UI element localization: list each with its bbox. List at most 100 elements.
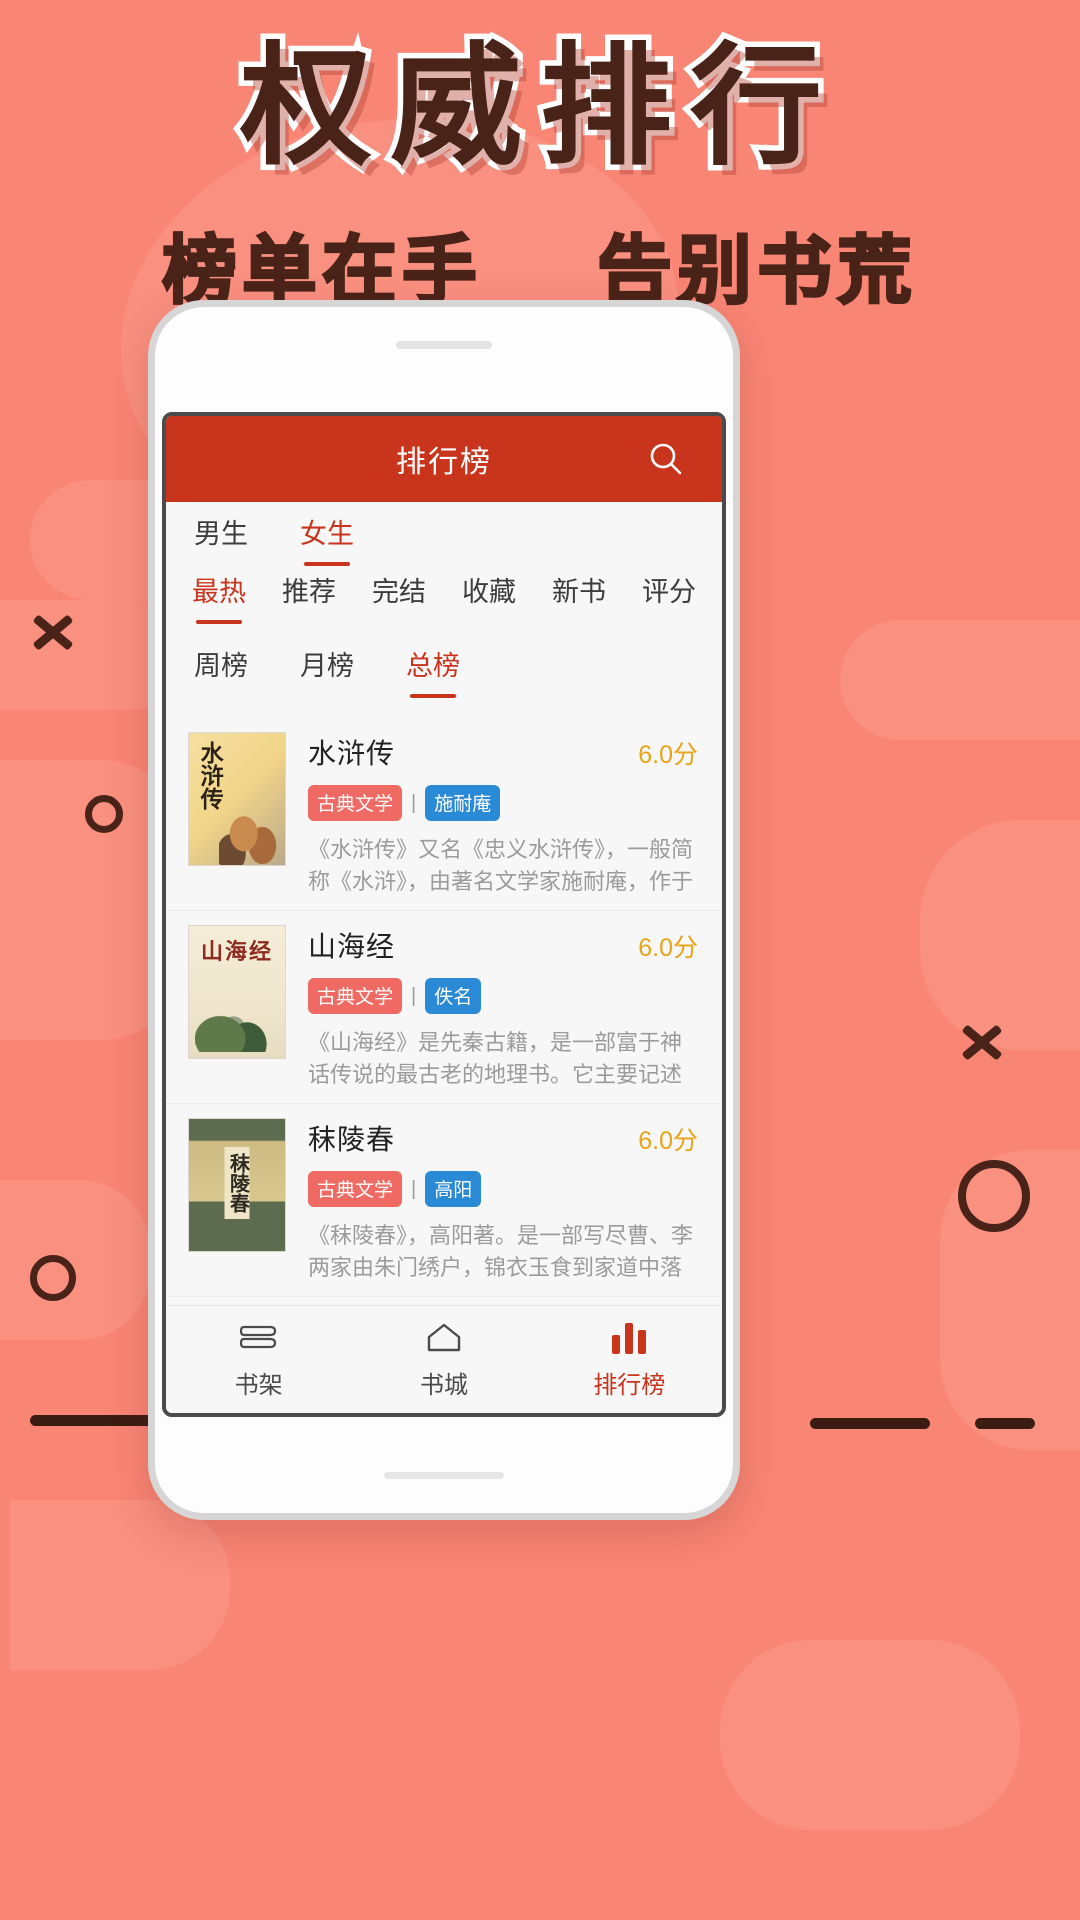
tab-underline [286,620,332,624]
nav-item-ranking[interactable]: 排行榜 [537,1319,722,1400]
book-info-top: 山海经 6.0分 [308,925,698,965]
phone-mockup: 排行榜 男生 女生 最热 推荐 完结 收藏 新书 评分 周榜 月榜 总榜 水浒传… [148,300,740,1520]
nav-item-label: 书城 [419,1372,468,1399]
tag-separator: | [411,791,417,814]
nav-item-bookshelf[interactable]: 书架 [166,1319,351,1400]
book-cover-label: 水浒传 [197,741,223,810]
book-title: 水浒传 [308,738,396,769]
book-cover-label: 秣陵春 [224,1147,250,1219]
tab-category-completed[interactable]: 完结 [372,576,426,624]
tab-underline [304,561,350,566]
author-badge[interactable]: 施耐庵 [425,785,501,821]
book-info: 秣陵春 6.0分 古典文学 | 高阳 《秣陵春》，高阳著。是一部写尽曹、李两家由… [308,1118,698,1284]
decor-circle-icon [30,1255,76,1301]
background-blob [720,1640,1020,1830]
tab-label: 周榜 [194,651,248,681]
tab-underline [376,620,422,624]
book-cover[interactable]: 水浒传 [188,732,286,866]
home-icon [425,1319,463,1357]
tab-underline [556,620,602,624]
book-info-top: 水浒传 6.0分 [308,732,698,772]
ranking-bars-shape [612,1322,647,1354]
genre-badge[interactable]: 古典文学 [308,785,403,821]
tab-gender-female[interactable]: 女生 [300,518,354,566]
book-info-top: 秣陵春 6.0分 [308,1118,698,1158]
book-description: 《水浒传》又名《忠义水浒传》，一般简称《水浒》，由著名文学家施耐庵，作于元末明初… [308,837,694,894]
nav-item-label: 书架 [234,1372,283,1399]
decor-dash [810,1418,930,1429]
decor-sparkle-icon [959,1020,1005,1066]
decor-sparkle-icon [30,610,76,656]
search-icon[interactable] [644,437,688,481]
bookshelf-icon [239,1319,278,1357]
tab-range-overall[interactable]: 总榜 [406,650,460,698]
tab-gender-male[interactable]: 男生 [194,518,248,566]
bottom-navigation: 书架 书城 排行榜 [166,1305,722,1413]
tab-label: 新书 [552,577,606,607]
book-tags: 古典文学 | 高阳 [308,1171,698,1207]
tag-separator: | [411,984,417,1007]
tag-separator: | [411,1177,417,1200]
book-cover-label: 山海经 [200,939,273,964]
tab-category-new-books[interactable]: 新书 [552,576,606,624]
nav-item-label: 排行榜 [593,1372,666,1399]
tab-label: 推荐 [282,577,336,607]
book-list[interactable]: 水浒传 水浒传 6.0分 古典文学 | 施耐庵 《水浒传》又名《忠义水浒传》，一… [166,718,722,1305]
genre-badge[interactable]: 古典文学 [308,978,403,1014]
range-tab-row: 周榜 月榜 总榜 [166,646,722,718]
decor-dash [975,1418,1035,1429]
tab-label: 收藏 [462,577,516,607]
list-item[interactable]: 秣陵春 秣陵春 6.0分 古典文学 | 高阳 《秣陵春》，高阳著。是一部写尽曹、… [166,1104,722,1297]
tab-range-weekly[interactable]: 周榜 [194,650,248,698]
book-cover[interactable]: 山海经 [188,925,286,1059]
list-item[interactable]: 山海经 山海经 6.0分 古典文学 | 佚名 《山海经》是先秦古籍，是一部富于神… [166,911,722,1104]
tab-underline [646,620,692,624]
book-description: 《山海经》是先秦古籍，是一部富于神话传说的最古老的地理书。它主要记述古代地理、物… [308,1030,683,1087]
poster-header: 权威排行 榜单在手 告别书荒 [0,0,1080,318]
tab-category-hottest[interactable]: 最热 [192,576,246,624]
decor-circle-icon [958,1160,1030,1232]
book-info: 水浒传 6.0分 古典文学 | 施耐庵 《水浒传》又名《忠义水浒传》，一般简称《… [308,732,698,898]
nav-item-bookstore[interactable]: 书城 [351,1319,536,1400]
tab-underline [410,693,456,698]
book-tags: 古典文学 | 施耐庵 [308,785,698,821]
tab-label: 女生 [300,519,354,549]
category-tab-row: 最热 推荐 完结 收藏 新书 评分 [166,576,722,646]
ranking-bars-icon [612,1319,647,1357]
book-title: 秣陵春 [308,1124,396,1155]
phone-speaker [396,341,492,349]
tab-category-rating[interactable]: 评分 [642,576,696,624]
book-tags: 古典文学 | 佚名 [308,978,698,1014]
gender-tab-row: 男生 女生 [166,502,722,576]
author-badge[interactable]: 佚名 [425,978,482,1014]
tab-label: 完结 [372,577,426,607]
background-blob [0,1180,150,1340]
background-blob [10,1500,230,1670]
author-badge[interactable]: 高阳 [425,1171,482,1207]
app-screen: 排行榜 男生 女生 最热 推荐 完结 收藏 新书 评分 周榜 月榜 总榜 水浒传… [162,412,726,1417]
tab-range-monthly[interactable]: 月榜 [300,650,354,698]
background-blob [920,820,1080,1050]
tab-label: 月榜 [300,651,354,681]
app-bar: 排行榜 [166,416,722,502]
tab-underline [304,694,350,698]
book-description: 《秣陵春》，高阳著。是一部写尽曹、李两家由朱门绣户，锦衣玉食到家道中落乃至籍没归… [308,1223,694,1280]
background-blob [840,620,1080,740]
tab-category-favorites[interactable]: 收藏 [462,576,516,624]
tab-underline [198,562,244,566]
genre-badge[interactable]: 古典文学 [308,1171,403,1207]
book-score: 6.0分 [638,1127,698,1155]
phone-home-indicator [384,1472,504,1479]
list-item[interactable]: 水浒传 水浒传 6.0分 古典文学 | 施耐庵 《水浒传》又名《忠义水浒传》，一… [166,718,722,911]
page-title: 排行榜 [396,446,492,479]
book-score: 6.0分 [638,741,698,769]
book-title: 山海经 [308,931,396,962]
tab-label: 评分 [642,577,696,607]
tab-underline [198,694,244,698]
tab-underline [196,619,242,624]
list-item[interactable]: 红楼梦 红楼梦 6.0分 古典文学 | 曹雪芹 《红楼梦》，作者曹雪芹，中国古代… [166,1297,722,1305]
tab-category-recommended[interactable]: 推荐 [282,576,336,624]
tab-label: 总榜 [406,651,460,681]
book-cover[interactable]: 秣陵春 [188,1118,286,1252]
tab-underline [466,620,512,624]
